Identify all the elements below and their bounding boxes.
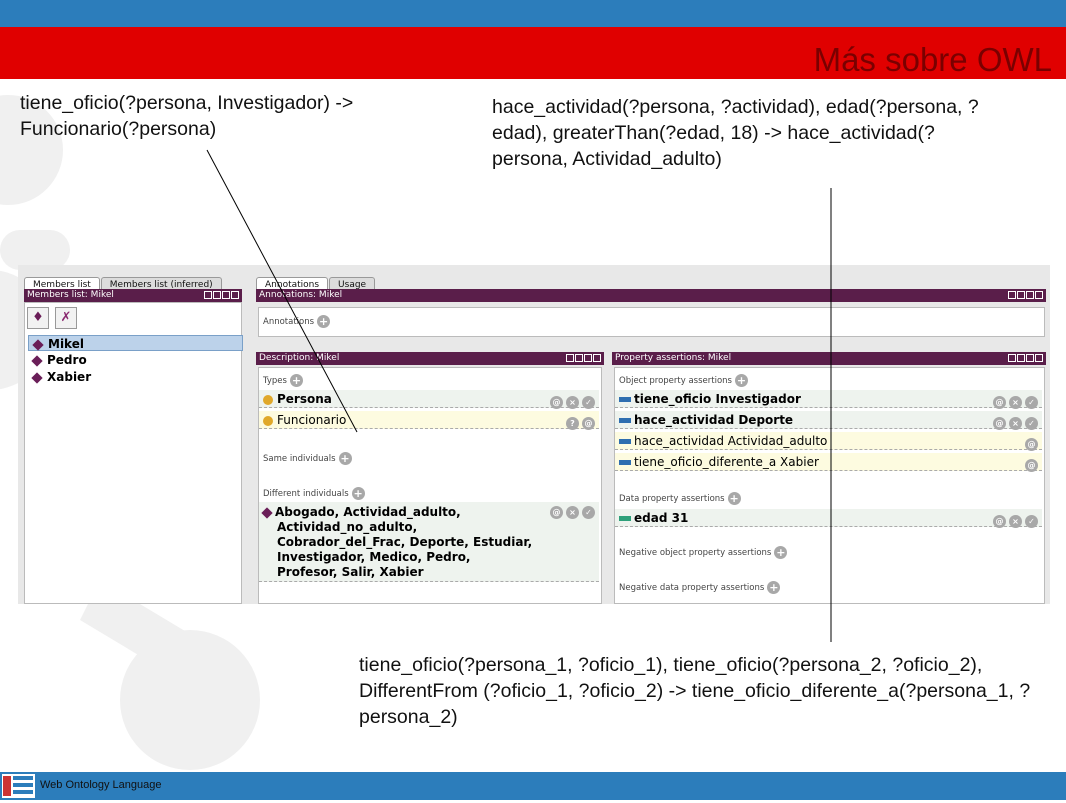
info-icon[interactable]: @ bbox=[993, 417, 1006, 430]
delete-individual-button[interactable]: ✗ bbox=[55, 307, 77, 329]
delete-icon[interactable]: × bbox=[1009, 515, 1022, 528]
annotation-top-left: tiene_oficio(?persona, Investigador) -> … bbox=[20, 92, 354, 140]
delete-icon[interactable]: × bbox=[566, 396, 579, 409]
members-panel-header: Members list: Mikel bbox=[24, 289, 242, 302]
individual-icon bbox=[31, 371, 43, 384]
property-assertions-header: Property assertions: Mikel bbox=[612, 352, 1046, 365]
panel-controls[interactable] bbox=[1007, 291, 1043, 300]
data-assertion-row[interactable]: edad 31 @ × ✓ bbox=[615, 509, 1042, 528]
object-property-icon bbox=[619, 397, 631, 402]
object-assertion-row[interactable]: hace_actividad Deporte @ × ✓ bbox=[615, 411, 1042, 430]
class-icon bbox=[263, 415, 273, 426]
type-row-persona[interactable]: Persona @ × ✓ bbox=[259, 390, 599, 409]
different-individuals-label: Different individuals + bbox=[263, 487, 365, 500]
add-same-icon[interactable]: + bbox=[338, 452, 352, 465]
data-property-assertions-label: Data property assertions + bbox=[619, 492, 741, 505]
types-label: Types + bbox=[263, 374, 303, 387]
different-individuals-row[interactable]: Abogado, Actividad_adulto, Actividad_no_… bbox=[259, 502, 599, 582]
protege-screenshot: Members list Members list (inferred) Memb… bbox=[18, 265, 1050, 604]
info-icon[interactable]: @ bbox=[1025, 459, 1038, 472]
logo-icon bbox=[2, 774, 35, 798]
info-icon[interactable]: @ bbox=[1025, 438, 1038, 451]
description-panel-body: Types + Persona @ × ✓ Funcionario ? @ Same i… bbox=[258, 367, 602, 604]
edit-icon[interactable]: ✓ bbox=[1025, 396, 1038, 409]
annotation-top-right: hace_actividad(?persona, ?actividad), ed… bbox=[492, 96, 979, 170]
members-panel-title: Members list: Mikel bbox=[27, 290, 114, 300]
object-assertion-row-inferred[interactable]: tiene_oficio_diferente_a Xabier @ bbox=[615, 453, 1042, 472]
panel-controls[interactable] bbox=[1007, 354, 1043, 363]
annotations-panel-body: Annotations + bbox=[258, 307, 1045, 337]
description-panel-header: Description: Mikel bbox=[256, 352, 604, 365]
info-icon[interactable]: @ bbox=[993, 396, 1006, 409]
add-individual-button[interactable]: ♦ bbox=[27, 307, 49, 329]
individual-icon bbox=[32, 338, 44, 351]
object-property-assertions-label: Object property assertions + bbox=[619, 374, 748, 387]
panel-controls[interactable] bbox=[203, 291, 239, 300]
members-panel-body: ♦ ✗ Mikel Pedro Xabier bbox=[24, 302, 243, 604]
add-different-icon[interactable]: + bbox=[351, 487, 365, 500]
add-negative-object-icon[interactable]: + bbox=[774, 546, 788, 559]
edit-icon[interactable]: ✓ bbox=[1025, 515, 1038, 528]
add-annotation-icon[interactable]: + bbox=[317, 315, 331, 328]
individual-icon bbox=[31, 354, 43, 367]
annotations-panel-header: Annotations: Mikel bbox=[256, 289, 1046, 302]
info-icon[interactable]: @ bbox=[550, 396, 563, 409]
add-negative-data-icon[interactable]: + bbox=[767, 581, 781, 594]
object-assertion-row-inferred[interactable]: hace_actividad Actividad_adulto @ bbox=[615, 432, 1042, 451]
footer-text: Web Ontology Language bbox=[40, 779, 162, 791]
description-panel-title: Description: Mikel bbox=[259, 353, 340, 363]
individual-item[interactable]: Mikel bbox=[28, 335, 243, 351]
object-property-icon bbox=[619, 460, 631, 465]
info-icon[interactable]: @ bbox=[993, 515, 1006, 528]
slide-title: Más sobre OWL bbox=[813, 41, 1052, 78]
add-data-assertion-icon[interactable]: + bbox=[727, 492, 741, 505]
individual-item[interactable]: Pedro bbox=[28, 352, 243, 368]
explain-icon[interactable]: ? bbox=[566, 417, 579, 430]
class-icon bbox=[263, 394, 273, 405]
same-individuals-label: Same individuals + bbox=[263, 452, 352, 465]
panel-controls[interactable] bbox=[565, 354, 601, 363]
negative-data-assertions-label: Negative data property assertions + bbox=[619, 581, 781, 594]
edit-icon[interactable]: ✓ bbox=[582, 506, 595, 519]
object-property-icon bbox=[619, 418, 631, 423]
delete-icon[interactable]: × bbox=[566, 506, 579, 519]
individual-item[interactable]: Xabier bbox=[28, 369, 243, 385]
add-type-icon[interactable]: + bbox=[289, 374, 303, 387]
add-object-assertion-icon[interactable]: + bbox=[734, 374, 748, 387]
info-icon[interactable]: @ bbox=[582, 417, 595, 430]
type-row-funcionario[interactable]: Funcionario ? @ bbox=[259, 411, 599, 430]
info-icon[interactable]: @ bbox=[550, 506, 563, 519]
annotation-tabs: Annotations Usage bbox=[256, 272, 376, 292]
edit-icon[interactable]: ✓ bbox=[582, 396, 595, 409]
negative-object-assertions-label: Negative object property assertions + bbox=[619, 546, 788, 559]
property-assertions-title: Property assertions: Mikel bbox=[615, 353, 732, 363]
object-assertion-row[interactable]: tiene_oficio Investigador @ × ✓ bbox=[615, 390, 1042, 409]
data-property-icon bbox=[619, 516, 631, 521]
delete-icon[interactable]: × bbox=[1009, 417, 1022, 430]
annotation-bottom: tiene_oficio(?persona_1, ?oficio_1), tie… bbox=[359, 654, 1031, 728]
top-blue-bar bbox=[0, 0, 1066, 27]
annotations-label: Annotations + bbox=[263, 315, 331, 328]
delete-icon[interactable]: × bbox=[1009, 396, 1022, 409]
edit-icon[interactable]: ✓ bbox=[1025, 417, 1038, 430]
property-assertions-body: Object property assertions + tiene_oficio… bbox=[614, 367, 1045, 604]
annotations-panel-title: Annotations: Mikel bbox=[259, 290, 343, 300]
members-tabs: Members list Members list (inferred) bbox=[24, 272, 223, 292]
object-property-icon bbox=[619, 439, 631, 444]
individual-icon bbox=[261, 506, 273, 519]
